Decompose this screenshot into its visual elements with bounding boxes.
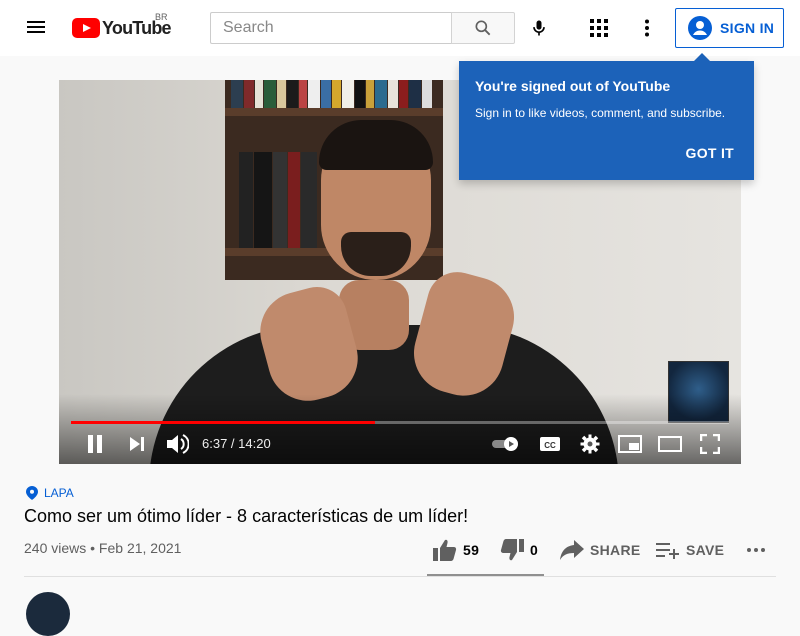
search-button[interactable]	[451, 12, 515, 44]
pause-icon	[88, 435, 102, 453]
youtube-logo[interactable]: YouTube BR	[72, 12, 172, 40]
dislike-count: 0	[530, 542, 539, 558]
add-to-playlist-icon	[656, 543, 679, 559]
gear-icon	[580, 434, 600, 454]
thumbs-up-icon	[433, 539, 457, 561]
microphone-icon	[533, 20, 545, 36]
apps-grid-icon	[590, 19, 608, 37]
thumbs-down-icon	[500, 539, 524, 561]
progress-bar[interactable]	[71, 421, 729, 424]
progress-bar-played	[71, 421, 375, 424]
theater-mode-icon	[658, 436, 682, 452]
location-label: LAPA	[44, 486, 74, 500]
popup-text: Sign in to like videos, comment, and sub…	[475, 106, 726, 120]
books-top	[231, 80, 433, 108]
pause-button[interactable]	[83, 432, 107, 456]
fullscreen-button[interactable]	[697, 432, 723, 456]
save-label: SAVE	[686, 542, 725, 558]
like-button[interactable]: 59	[433, 536, 479, 564]
autoplay-toggle[interactable]	[491, 432, 521, 456]
account-circle-icon	[688, 16, 712, 40]
sentiment-bar	[427, 574, 544, 576]
save-button[interactable]: SAVE	[656, 536, 724, 564]
youtube-play-logo-icon	[72, 18, 100, 38]
time-display: 6:37 / 14:20	[202, 436, 271, 451]
video-frame-person-hair	[319, 120, 433, 170]
fullscreen-icon	[700, 434, 720, 454]
channel-avatar[interactable]	[26, 592, 70, 636]
voice-search-button[interactable]	[527, 16, 551, 40]
share-arrow-icon	[560, 540, 584, 560]
got-it-button[interactable]: GOT IT	[686, 145, 734, 161]
theater-mode-button[interactable]	[657, 432, 683, 456]
share-label: SHARE	[590, 542, 641, 558]
svg-text:CC: CC	[544, 441, 556, 450]
skip-next-icon	[130, 437, 144, 451]
miniplayer-button[interactable]	[617, 432, 643, 456]
video-title: Como ser um ótimo líder - 8 característi…	[24, 506, 469, 526]
location-pin-icon	[26, 486, 38, 500]
closed-captions-icon: CC	[540, 437, 560, 451]
sign-in-button[interactable]: SIGN IN	[675, 8, 784, 48]
location-link[interactable]: LAPA	[26, 486, 74, 500]
volume-icon	[167, 434, 189, 454]
dislike-button[interactable]: 0	[500, 536, 538, 564]
shelf-board	[225, 108, 443, 116]
search-icon	[475, 20, 491, 36]
next-button[interactable]	[125, 432, 149, 456]
more-horizontal-icon	[747, 548, 765, 552]
like-count: 59	[463, 542, 480, 558]
video-meta: 240 views • Feb 21, 2021	[24, 540, 182, 556]
mute-button[interactable]	[163, 432, 191, 456]
menu-icon[interactable]	[24, 18, 48, 38]
settings-more-button[interactable]	[635, 16, 659, 40]
search-box	[210, 12, 451, 44]
info-divider	[24, 576, 776, 577]
autoplay-toggle-icon	[492, 437, 518, 451]
more-vertical-icon	[645, 19, 649, 37]
apps-button[interactable]	[587, 16, 611, 40]
signed-out-popup: You're signed out of YouTube Sign in to …	[459, 53, 754, 180]
miniplayer-icon	[618, 435, 642, 453]
more-actions-button[interactable]	[746, 536, 766, 564]
top-bar: YouTube BR SIGN IN	[0, 0, 800, 56]
sign-in-label: SIGN IN	[720, 20, 775, 36]
books-middle	[239, 152, 318, 248]
settings-button[interactable]	[578, 432, 602, 456]
captions-button[interactable]: CC	[537, 432, 563, 456]
share-button[interactable]: SHARE	[560, 536, 641, 564]
search-input[interactable]	[211, 13, 451, 43]
popup-title: You're signed out of YouTube	[475, 78, 671, 94]
logo-region-code: BR	[155, 12, 168, 22]
